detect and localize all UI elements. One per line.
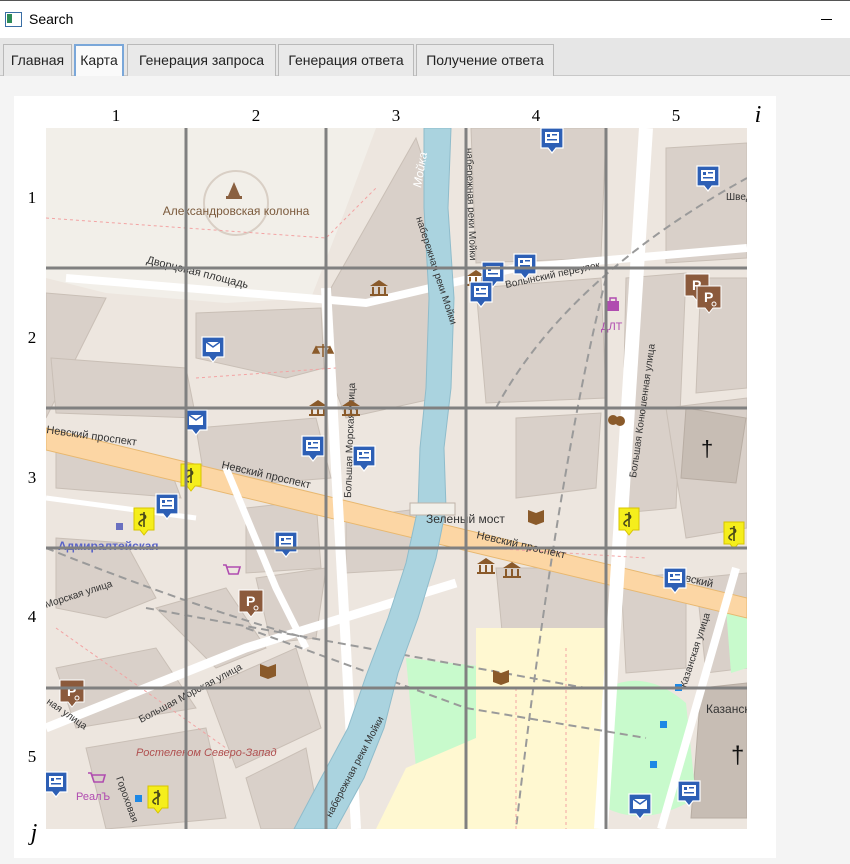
column-label-2: 2 [251, 106, 261, 125]
column-label-3: 3 [391, 106, 401, 125]
tab-receive-response[interactable]: Получение ответа [416, 44, 554, 76]
tab-generate-response[interactable]: Генерация ответа [278, 44, 414, 76]
map-canvas[interactable]: P † † [46, 128, 747, 829]
map-view[interactable]: P † † [46, 128, 747, 829]
map-label-shved: Швед [726, 192, 747, 203]
map-label-kazan-square: Казанская площ [706, 702, 747, 716]
svg-text:†: † [731, 742, 744, 769]
row-label-2: 2 [27, 328, 37, 347]
y-axis-label: j [30, 820, 38, 846]
tab-bar: Главная Карта Генерация запроса Генераци… [0, 38, 850, 76]
map-label-admiralteyskaya: Адмиралтейская [58, 539, 158, 553]
column-label-1: 1 [111, 106, 121, 125]
app-window-icon [5, 12, 22, 27]
column-label-5: 5 [671, 106, 681, 125]
row-label-4: 4 [27, 607, 37, 626]
svg-text:†: † [701, 436, 713, 461]
row-label-1: 1 [27, 188, 37, 207]
title-bar: Search [0, 0, 850, 38]
x-axis-label: i [754, 102, 762, 128]
map-label-real: РеалЪ [76, 791, 111, 803]
tab-generate-request[interactable]: Генерация запроса [127, 44, 276, 76]
map-label-dlt: ДЛТ [601, 321, 623, 333]
window-title: Search [29, 11, 74, 27]
minimize-button[interactable] [804, 1, 850, 38]
map-label-rostelecom: Ростелеком Северо-Запад [136, 747, 277, 759]
row-label-3: 3 [27, 468, 37, 487]
row-label-5: 5 [27, 747, 37, 766]
theatre-icon [608, 415, 625, 426]
tab-map[interactable]: Карта [74, 44, 124, 76]
column-label-4: 4 [531, 106, 541, 125]
tab-home[interactable]: Главная [3, 44, 72, 76]
church-building [680, 407, 747, 484]
